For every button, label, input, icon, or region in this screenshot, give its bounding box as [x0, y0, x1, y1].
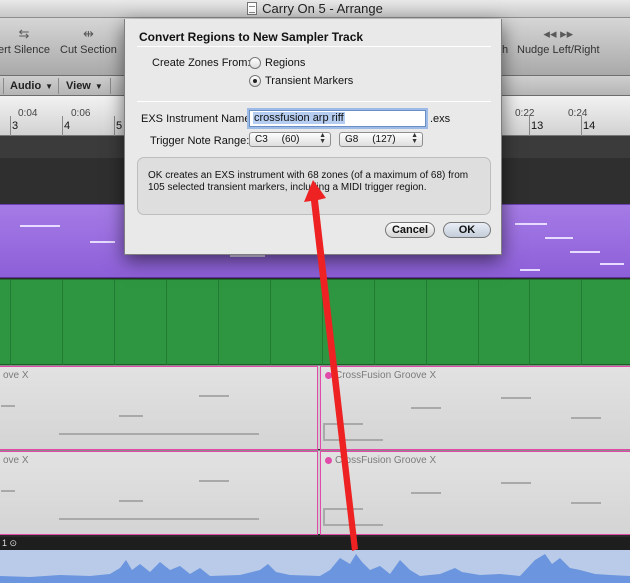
up-down-arrows-icon: ▲ ▼ [319, 132, 326, 145]
ruler-time: 0:06 [71, 108, 91, 119]
audio-track-row: ove X CrossFusion Groove X [0, 365, 630, 450]
ruler-bar: 5 [116, 120, 123, 132]
midi-region-green[interactable] [0, 279, 630, 366]
ruler-bar: 3 [12, 120, 19, 132]
radio-regions[interactable]: Regions [249, 56, 305, 70]
exs-name-input[interactable]: crossfusion arp riff [249, 110, 426, 127]
audio-region[interactable]: ove X [0, 366, 318, 450]
view-menu[interactable]: View ▼ [66, 79, 103, 93]
up-down-arrows-icon: ▲ ▼ [411, 132, 418, 145]
exs-name-label: EXS Instrument Name: [141, 113, 254, 125]
loop-icon: ⊙ [9, 538, 18, 548]
cut-section-button[interactable]: ⇹ Cut Section [60, 24, 117, 56]
audio-region[interactable]: CrossFusion Groove X [320, 451, 630, 535]
waveform-graphic [0, 554, 630, 583]
chevron-down-icon: ▼ [45, 82, 54, 91]
audio-track-row: ove X CrossFusion Groove X [0, 450, 630, 535]
audio-waveform[interactable] [0, 550, 630, 583]
chevron-down-icon: ▼ [94, 82, 103, 91]
info-message: OK creates an EXS instrument with 68 zon… [137, 157, 491, 215]
divider [137, 101, 491, 102]
toolbar-partial-button[interactable]: h [502, 24, 508, 56]
radio-button-icon [249, 57, 261, 69]
ruler-bar: 14 [583, 120, 596, 132]
track-header-label: 1 ⊙ [0, 537, 630, 550]
insert-silence-button[interactable]: ⇆ ert Silence [0, 24, 50, 56]
trigger-range-label: Trigger Note Range: [150, 135, 250, 147]
dialog-title: Convert Regions to New Sampler Track [139, 30, 364, 44]
ruler-bar: 4 [64, 120, 71, 132]
window-titlebar: Carry On 5 - Arrange [0, 0, 630, 18]
radio-button-selected-icon [249, 75, 261, 87]
trigger-low-popup[interactable]: C3 (60) ▲ ▼ [249, 132, 331, 147]
exs-extension-label: .exs [430, 113, 451, 125]
nudge-arrows-icon: ◂◂ ▸▸ [543, 26, 574, 41]
document-icon [247, 2, 258, 15]
radio-transient-markers[interactable]: Transient Markers [249, 74, 353, 88]
ruler-time: 0:04 [18, 108, 38, 119]
ruler-time: 0:22 [515, 108, 535, 119]
insert-silence-icon: ⇆ [18, 26, 30, 41]
convert-regions-dialog: Convert Regions to New Sampler Track Cre… [124, 19, 502, 255]
loop-icon [325, 457, 332, 464]
cut-section-icon: ⇹ [82, 26, 94, 41]
window-title: Carry On 5 - Arrange [262, 1, 383, 16]
nudge-left-right-button[interactable]: ◂◂ ▸▸ Nudge Left/Right [517, 24, 600, 56]
ok-button[interactable]: OK [443, 222, 491, 238]
divider [137, 46, 491, 47]
create-zones-label: Create Zones From: [152, 57, 251, 69]
loop-icon [325, 372, 332, 379]
audio-menu[interactable]: Audio ▼ [10, 79, 53, 93]
ruler-bar: 13 [531, 120, 544, 132]
ruler-time: 0:24 [568, 108, 588, 119]
audio-region[interactable]: CrossFusion Groove X [320, 366, 630, 450]
cancel-button[interactable]: Cancel [385, 222, 435, 238]
trigger-high-popup[interactable]: G8 (127) ▲ ▼ [339, 132, 423, 147]
audio-region[interactable]: ove X [0, 451, 318, 535]
